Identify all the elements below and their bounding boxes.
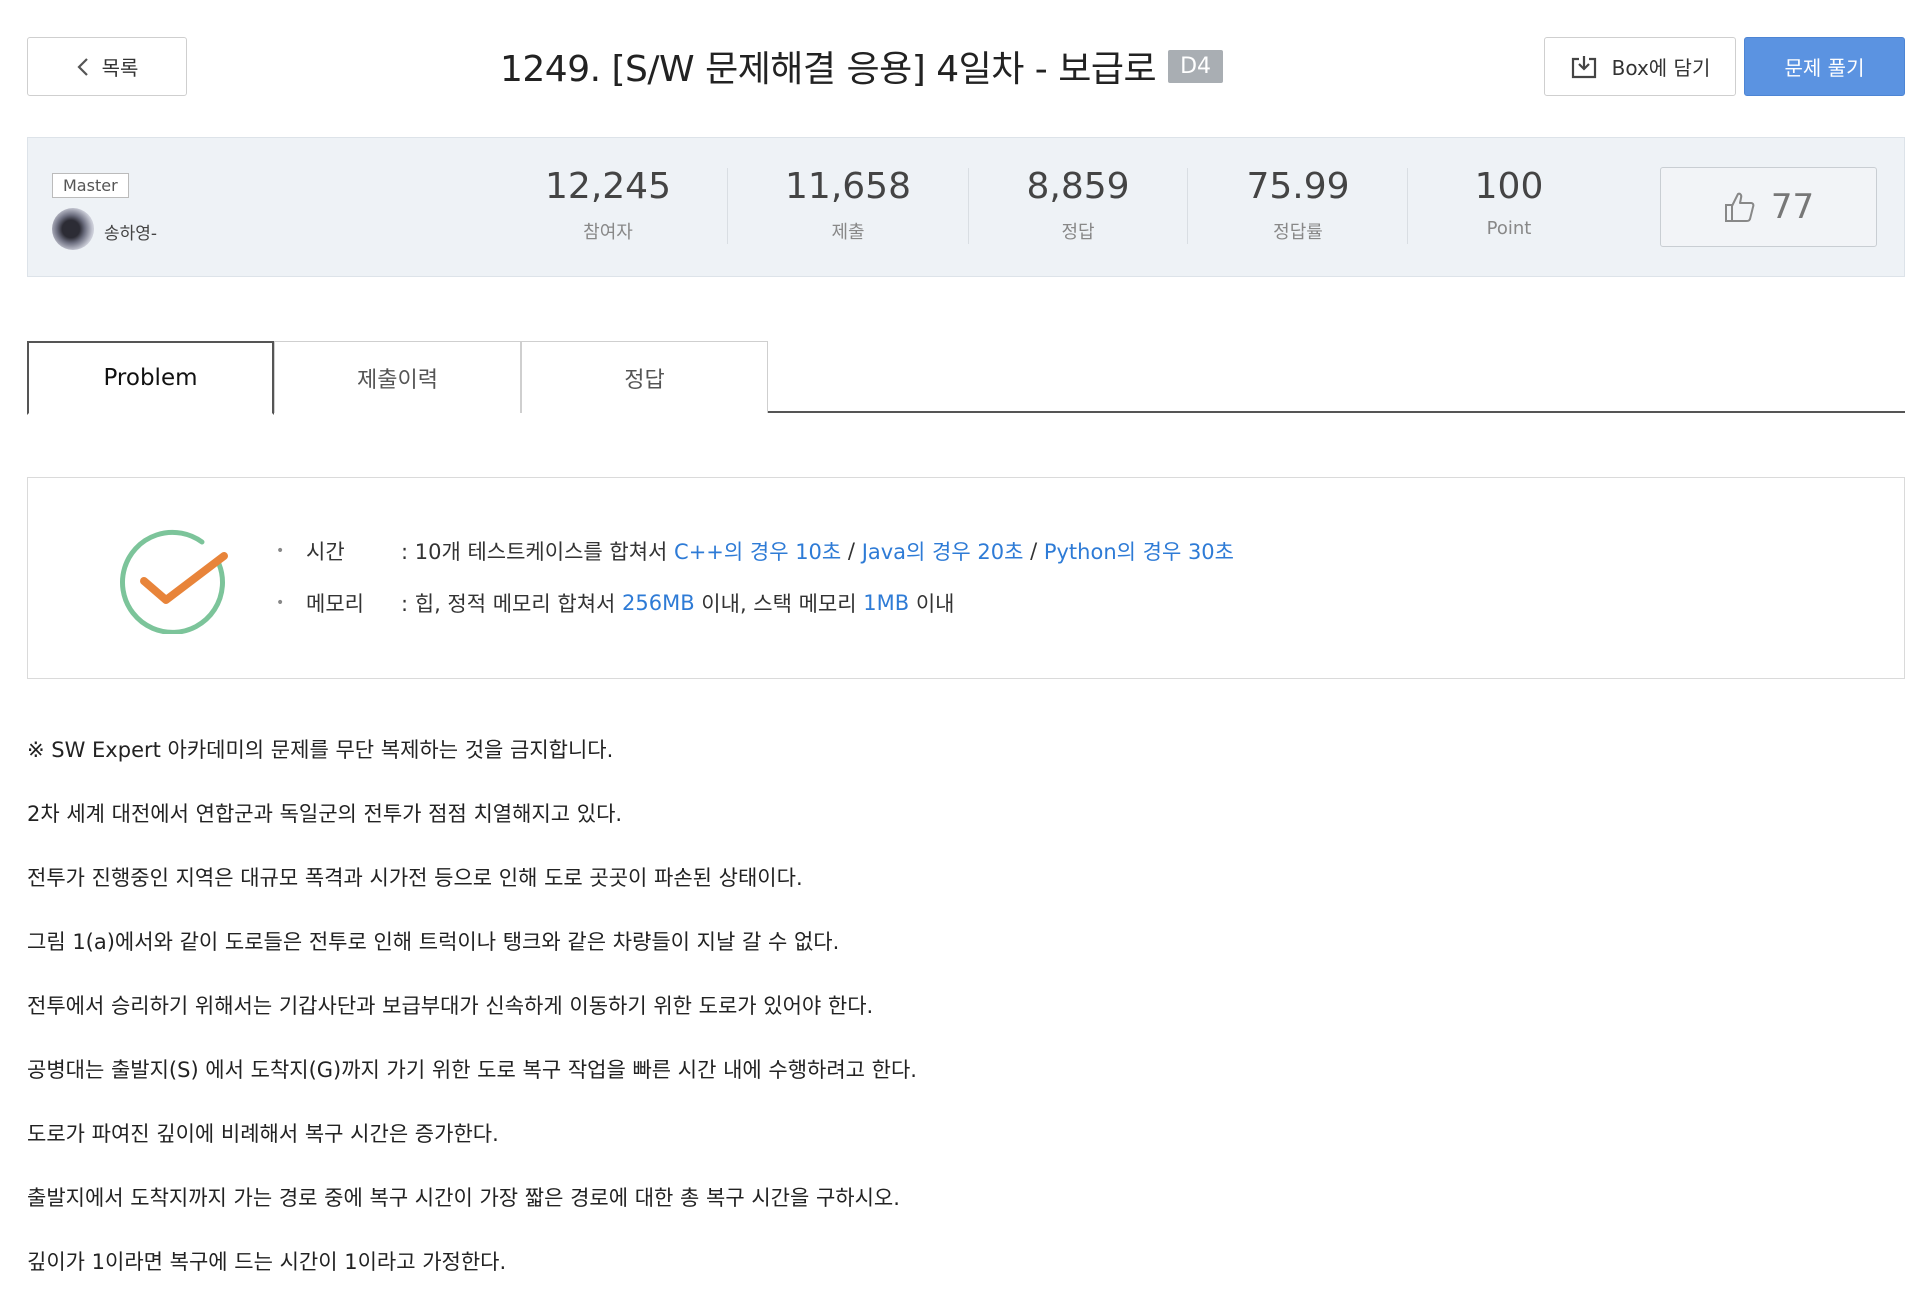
memory-limit-mid: 이내, 스택 메모리 [694, 592, 864, 616]
stat-label: 참여자 [583, 222, 633, 243]
memory-limit-prefix: : 힙, 정적 메모리 합쳐서 [401, 592, 623, 616]
solve-problem-button[interactable]: 문제 풀기 [1744, 37, 1905, 96]
box-download-icon [1571, 55, 1596, 78]
tab-label: 제출이력 [357, 367, 438, 393]
constraints-box: • 시간 : 10개 테스트케이스를 합쳐서 C++의 경우 10초 / Jav… [27, 477, 1905, 679]
stat-label: 정답률 [1273, 222, 1323, 243]
problem-title-area: 1249. [S/W 문제해결 응용] 4일차 - 보급로 D4 [500, 40, 1224, 92]
like-button[interactable]: 77 [1660, 167, 1877, 247]
problem-stats-panel: Master 송하영- 12,245 참여자 11,658 제출 8,859 정… [27, 137, 1905, 277]
stat-divider [1407, 168, 1408, 244]
description-paragraph: ※ SW Expert 아카데미의 문제를 무단 복제하는 것을 금지합니다. [27, 738, 614, 762]
stat-divider [1187, 168, 1188, 244]
stat-label: Point [1486, 218, 1532, 239]
solve-label: 문제 풀기 [1784, 56, 1865, 80]
separator: / [841, 539, 862, 563]
stat-accuracy: 75.99 정답률 [1198, 166, 1398, 244]
check-circle-icon [120, 529, 228, 634]
description-paragraph: 전투에서 승리하기 위해서는 기갑사단과 보급부대가 신속하게 이동하기 위한 … [27, 994, 874, 1018]
stat-submissions: 11,658 제출 [748, 166, 948, 244]
stat-label: 정답 [1061, 222, 1095, 243]
author-rank-badge: Master [52, 173, 129, 198]
description-paragraph: 도로가 파여진 깊이에 비례해서 복구 시간은 증가한다. [27, 1122, 499, 1146]
problem-title: 1249. [S/W 문제해결 응용] 4일차 - 보급로 [500, 49, 1157, 90]
memory-limit-heap: 256MB [622, 591, 695, 615]
description-paragraph: 공병대는 출발지(S) 에서 도착지(G)까지 가기 위한 도로 복구 작업을 … [27, 1058, 917, 1082]
author-avatar[interactable] [52, 208, 94, 250]
time-limit-java: Java의 경우 20초 [861, 540, 1024, 564]
bullet: • [276, 543, 285, 559]
memory-limit-stack: 1MB [863, 591, 910, 615]
author-name[interactable]: 송하영- [104, 219, 157, 244]
tab-problem[interactable]: Problem [27, 341, 274, 415]
stat-value: 100 [1474, 166, 1544, 207]
stat-correct: 8,859 정답 [978, 166, 1178, 244]
description-paragraph: 깊이가 1이라면 복구에 드는 시간이 1이라고 가정한다. [27, 1250, 507, 1274]
tab-label: 정답 [624, 367, 665, 393]
add-to-box-button[interactable]: Box에 담기 [1544, 37, 1736, 96]
thumbs-up-icon [1724, 192, 1755, 222]
memory-limit-row: • 메모리 : 힙, 정적 메모리 합쳐서 256MB 이내, 스택 메모리 1… [276, 588, 954, 618]
stat-divider [727, 168, 728, 244]
tab-answer[interactable]: 정답 [521, 341, 768, 413]
like-count: 77 [1770, 187, 1815, 227]
memory-limit-key: 메모리 [306, 592, 364, 616]
time-limit-python: Python의 경우 30초 [1043, 540, 1234, 564]
separator: / [1023, 539, 1044, 563]
chevron-left-icon [77, 57, 88, 76]
stat-divider [968, 168, 969, 244]
back-label: 목록 [101, 56, 139, 80]
back-to-list-button[interactable]: 목록 [27, 37, 187, 96]
problem-description: ※ SW Expert 아카데미의 문제를 무단 복제하는 것을 금지합니다. … [27, 735, 1905, 1310]
stat-participants: 12,245 참여자 [508, 166, 708, 244]
time-limit-cpp: C++의 경우 10초 [674, 540, 842, 564]
time-limit-key: 시간 [306, 540, 345, 564]
level-badge: D4 [1168, 49, 1224, 83]
box-label: Box에 담기 [1611, 56, 1711, 80]
stat-value: 12,245 [545, 166, 671, 207]
tab-label: Problem [103, 365, 198, 391]
description-paragraph: 출발지에서 도착지까지 가는 경로 중에 복구 시간이 가장 짧은 경로에 대한… [27, 1186, 900, 1210]
description-paragraph: 전투가 진행중인 지역은 대규모 폭격과 시가전 등으로 인해 도로 곳곳이 파… [27, 866, 803, 890]
time-limit-row: • 시간 : 10개 테스트케이스를 합쳐서 C++의 경우 10초 / Jav… [276, 536, 1234, 566]
description-paragraph: 그림 1(a)에서와 같이 도로들은 전투로 인해 트럭이나 탱크와 같은 차량… [27, 930, 840, 954]
problem-tabs: Problem 제출이력 정답 [27, 341, 1905, 415]
stat-label: 제출 [831, 222, 865, 243]
stat-value: 8,859 [1026, 166, 1130, 207]
tab-submission-history[interactable]: 제출이력 [274, 341, 521, 413]
stat-value: 11,658 [785, 166, 911, 207]
time-limit-prefix: : 10개 테스트케이스를 합쳐서 [401, 540, 675, 564]
memory-limit-suffix: 이내 [909, 592, 955, 616]
stat-value: 75.99 [1246, 166, 1350, 207]
bullet: • [276, 595, 285, 611]
description-paragraph: 2차 세계 대전에서 연합군과 독일군의 전투가 점점 치열해지고 있다. [27, 802, 623, 826]
stat-points: 100 Point [1409, 166, 1609, 239]
